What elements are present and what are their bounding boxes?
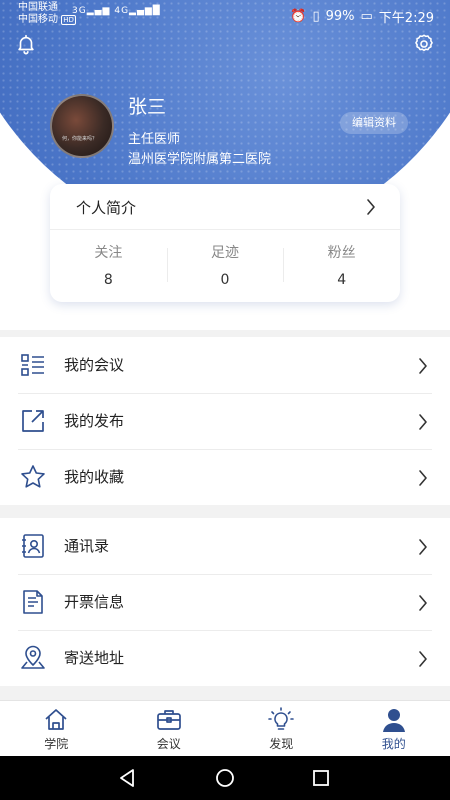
- network-3g: 3G: [72, 6, 87, 16]
- notification-button[interactable]: [12, 30, 40, 58]
- chevron-right-icon: [419, 358, 427, 374]
- tab-meetings[interactable]: 会议: [113, 701, 226, 756]
- settings-button[interactable]: [410, 30, 438, 58]
- stat-label: 足迹: [211, 245, 239, 261]
- location-icon: [21, 645, 45, 669]
- menu-item-my-posts[interactable]: 我的发布: [0, 393, 450, 449]
- bell-icon: [18, 34, 34, 55]
- menu-item-invoice[interactable]: 开票信息: [0, 574, 450, 630]
- chevron-right-icon: [419, 414, 427, 430]
- home-nav-icon[interactable]: [214, 767, 236, 789]
- stat-label: 关注: [94, 245, 123, 261]
- vibrate-icon: ▯: [312, 9, 320, 24]
- user-icon: [382, 709, 405, 732]
- tab-academy[interactable]: 学院: [0, 701, 113, 756]
- signal-icon: ▂▄▆: [86, 6, 111, 16]
- user-name: 张三: [128, 96, 167, 118]
- star-icon: [21, 465, 45, 488]
- signal-icon-2: ▂▄▆█: [129, 6, 161, 16]
- edit-profile-button[interactable]: 编辑资料: [340, 112, 408, 134]
- list-icon: [21, 354, 44, 376]
- stat-followers[interactable]: 粉丝 4: [283, 242, 400, 294]
- menu-group-2: 通讯录 开票信息 寄送地址: [0, 518, 450, 686]
- battery-icon: ▭: [360, 9, 373, 24]
- tab-label: 会议: [156, 737, 181, 751]
- chevron-right-icon: [419, 539, 427, 555]
- chevron-right-icon: [419, 595, 427, 611]
- tab-label: 我的: [381, 737, 406, 751]
- home-icon: [45, 709, 67, 730]
- chevron-right-icon: [367, 199, 375, 215]
- invoice-icon: [23, 590, 43, 614]
- stat-value: 4: [337, 272, 347, 288]
- carrier-1: 中国联通: [18, 2, 58, 13]
- clock: 下午2:29: [378, 11, 434, 26]
- network-4g: 4G: [114, 6, 130, 16]
- stat-value: 8: [103, 272, 113, 288]
- stat-footprints[interactable]: 足迹 0: [166, 242, 284, 294]
- profile-card: 个人简介 关注 8 足迹 0 粉丝 4: [50, 184, 400, 302]
- intro-label: 个人简介: [76, 199, 137, 217]
- menu-item-label: 开票信息: [64, 593, 125, 611]
- chevron-right-icon: [419, 470, 427, 486]
- menu-item-label: 我的发布: [64, 412, 125, 430]
- status-bar: 中国联通 中国移动 HD 3G▂▄▆ 4G▂▄▆█ ⏰ ▯ 99% ▭ 下午2:…: [0, 0, 450, 30]
- avatar-caption: 何，你能来吗？: [62, 136, 98, 142]
- briefcase-icon: [156, 710, 181, 730]
- carrier-2: 中国移动: [18, 14, 58, 25]
- menu-item-my-meetings[interactable]: 我的会议: [0, 337, 450, 393]
- recents-icon[interactable]: [310, 767, 332, 789]
- hd-badge: HD: [61, 15, 76, 25]
- bottom-tab-bar: 学院 会议 发现 我的: [0, 700, 450, 756]
- tab-label: 学院: [44, 737, 69, 751]
- menu-group-1: 我的会议 我的发布 我的收藏: [0, 337, 450, 505]
- alarm-icon: ⏰: [290, 9, 307, 24]
- stat-following[interactable]: 关注 8: [50, 242, 167, 294]
- gear-icon: [415, 34, 433, 52]
- stat-value: 0: [220, 272, 230, 288]
- bulb-icon: [268, 707, 295, 730]
- menu-item-my-favorites[interactable]: 我的收藏: [0, 449, 450, 505]
- menu-item-label: 寄送地址: [64, 649, 125, 667]
- avatar[interactable]: 何，你能来吗？: [50, 94, 114, 158]
- signal-indicators: 3G▂▄▆ 4G▂▄▆█: [72, 6, 161, 16]
- menu-item-label: 我的会议: [64, 356, 125, 374]
- menu-item-label: 通讯录: [64, 537, 110, 555]
- stat-label: 粉丝: [327, 245, 356, 261]
- contacts-icon: [22, 534, 44, 558]
- menu-item-shipping-address[interactable]: 寄送地址: [0, 630, 450, 686]
- user-title: 主任医师: [128, 132, 181, 147]
- menu-item-contacts[interactable]: 通讯录: [0, 518, 450, 574]
- back-icon[interactable]: [116, 767, 138, 789]
- share-icon: [22, 410, 44, 432]
- user-hospital: 温州医学院附属第二医院: [128, 152, 272, 167]
- system-nav-bar: [0, 756, 450, 800]
- intro-row[interactable]: 个人简介: [50, 184, 400, 230]
- profile-header: 中国联通 中国移动 HD 3G▂▄▆ 4G▂▄▆█ ⏰ ▯ 99% ▭ 下午2:…: [0, 0, 450, 330]
- tab-mine[interactable]: 我的: [338, 701, 450, 756]
- carrier-labels: 中国联通 中国移动 HD: [18, 2, 76, 26]
- menu-item-label: 我的收藏: [64, 468, 125, 486]
- stats-row: 关注 8 足迹 0 粉丝 4: [50, 242, 400, 294]
- status-right: ⏰ ▯ 99% ▭ 下午2:29: [290, 7, 434, 26]
- tab-label: 发现: [269, 737, 294, 751]
- battery-level: 99%: [325, 9, 355, 24]
- tab-discover[interactable]: 发现: [225, 701, 338, 756]
- chevron-right-icon: [419, 651, 427, 667]
